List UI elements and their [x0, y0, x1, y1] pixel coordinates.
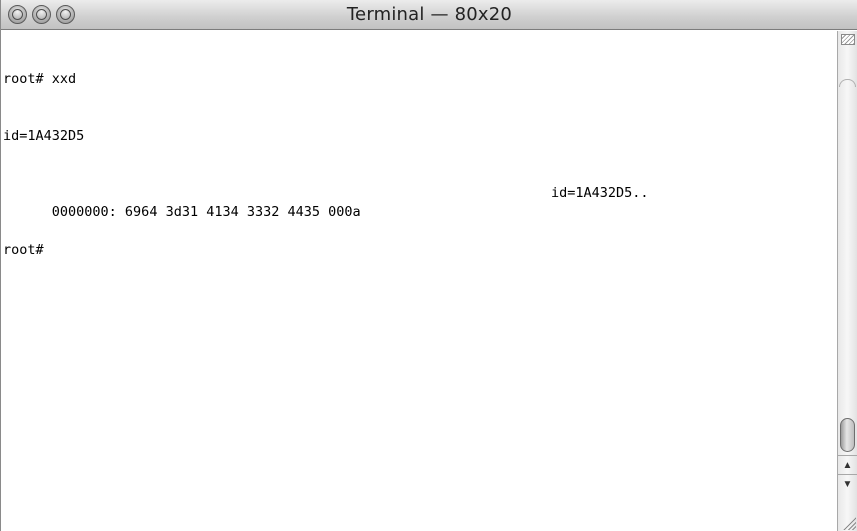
resize-grip-icon[interactable] [842, 516, 856, 530]
terminal-line: root# xxd [3, 71, 77, 87]
terminal-prompt: root# [3, 242, 44, 258]
terminal-output[interactable]: root# xxd id=1A432D5 0000000: 6964 3d31 … [3, 32, 835, 531]
scrollbar-thumb[interactable] [840, 418, 855, 452]
scroll-up-arrow-icon[interactable]: ▲ [838, 455, 857, 474]
scroll-down-arrow-icon[interactable]: ▼ [838, 474, 857, 493]
terminal-line: id=1A432D5 [3, 128, 85, 144]
hexdump-hex: 0000000: 6964 3d31 4134 3332 4435 000a [51, 204, 361, 220]
scrollbar-track-top [839, 79, 856, 87]
window-title: Terminal — 80x20 [346, 4, 513, 25]
terminal-line: 0000000: 6964 3d31 4134 3332 4435 000a i… [3, 184, 835, 220]
terminal-window: Terminal — 80x20 root# xxd id=1A432D5 00… [0, 0, 857, 531]
vertical-scrollbar[interactable]: ▲ ▼ [837, 31, 857, 531]
split-pane-icon[interactable] [841, 34, 855, 45]
title-bar[interactable]: Terminal — 80x20 [1, 0, 857, 30]
hexdump-ascii: id=1A432D5.. [551, 185, 649, 201]
